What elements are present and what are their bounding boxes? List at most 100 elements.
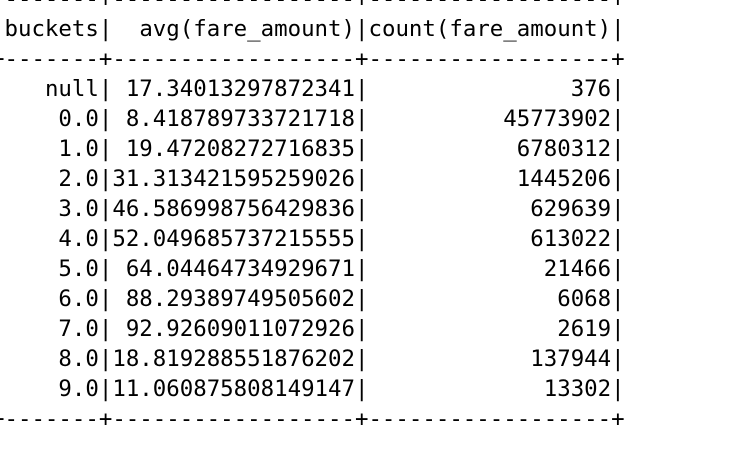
query-result-table: +-------+------------------+------------…	[0, 0, 625, 434]
table-row: | 0.0| 8.418789733721718| 45773902|	[0, 104, 625, 134]
buckets-cell: 7.0	[58, 316, 99, 342]
table-header-row: |buckets| avg(fare_amount)|count(fare_am…	[0, 14, 625, 44]
count-fare-amount-cell: 613022	[530, 226, 612, 252]
buckets-cell: 6.0	[58, 286, 99, 312]
table-row: | 8.0|18.819288551876202| 137944|	[0, 344, 625, 374]
column-separator: |	[98, 286, 113, 312]
avg-fare-amount-cell: 52.049685737215555	[112, 226, 355, 252]
column-separator: |	[611, 76, 625, 102]
count-fare-amount-cell: 6068	[557, 286, 612, 312]
column-separator: |	[355, 16, 369, 42]
buckets-cell: 1.0	[58, 136, 99, 162]
column-separator: |	[98, 106, 113, 132]
column-separator: |	[611, 136, 625, 162]
column-separator: |	[355, 106, 369, 132]
column-separator: |	[611, 106, 625, 132]
avg-fare-amount-cell: 92.92609011072926	[125, 316, 355, 342]
column-separator: |	[355, 316, 369, 342]
column-separator: |	[355, 286, 369, 312]
count-fare-amount-cell: 6780312	[516, 136, 612, 162]
cell-padding	[368, 316, 557, 342]
column-separator: |	[611, 226, 625, 252]
table-border-bottom: +-------+------------------+------------…	[0, 406, 625, 432]
avg-fare-amount-cell: 17.34013297872341	[125, 76, 355, 102]
cell-padding	[4, 376, 58, 402]
cell-padding	[368, 106, 503, 132]
table-row: | 3.0|46.586998756429836| 629639|	[0, 194, 625, 224]
column-separator: |	[98, 196, 113, 222]
column-separator: |	[98, 76, 113, 102]
avg-fare-amount-cell: 8.418789733721718	[125, 106, 355, 132]
cell-padding	[4, 136, 58, 162]
cell-padding	[112, 76, 125, 102]
table-row: | 2.0|31.313421595259026| 1445206|	[0, 164, 625, 194]
cell-padding	[4, 166, 58, 192]
table-row: | 7.0| 92.92609011072926| 2619|	[0, 314, 625, 344]
cell-padding	[4, 286, 58, 312]
avg-fare-amount-cell: 88.29389749505602	[125, 286, 355, 312]
column-separator: |	[611, 196, 625, 222]
column-header-count-fare-amount: count(fare_amount)	[368, 16, 612, 42]
avg-fare-amount-cell: 31.313421595259026	[112, 166, 355, 192]
buckets-cell: 0.0	[58, 106, 99, 132]
cell-padding	[112, 136, 125, 162]
column-separator: |	[355, 196, 369, 222]
count-fare-amount-cell: 13302	[543, 376, 612, 402]
column-separator: |	[355, 136, 369, 162]
column-separator: |	[98, 256, 113, 282]
cell-padding	[368, 376, 543, 402]
table-row: | 4.0|52.049685737215555| 613022|	[0, 224, 625, 254]
buckets-cell: 9.0	[58, 376, 99, 402]
column-separator: |	[98, 226, 113, 252]
cell-padding	[368, 256, 543, 282]
avg-fare-amount-cell: 64.04464734929671	[125, 256, 355, 282]
column-separator: |	[611, 166, 625, 192]
table-row: | null| 17.34013297872341| 376|	[0, 74, 625, 104]
buckets-cell: null	[44, 76, 99, 102]
column-separator: |	[611, 256, 625, 282]
cell-padding	[368, 346, 530, 372]
column-separator: |	[98, 16, 113, 42]
table-border-top: +-------+------------------+------------…	[0, 0, 625, 14]
cell-padding	[368, 286, 557, 312]
cell-padding	[4, 196, 58, 222]
column-separator: |	[98, 376, 113, 402]
cell-padding	[368, 196, 530, 222]
column-separator: |	[98, 166, 113, 192]
cell-padding	[368, 226, 530, 252]
cell-padding	[4, 316, 58, 342]
avg-fare-amount-cell: 46.586998756429836	[112, 196, 355, 222]
buckets-cell: 3.0	[58, 196, 99, 222]
count-fare-amount-cell: 45773902	[503, 106, 612, 132]
table-row: | 9.0|11.060875808149147| 13302|	[0, 374, 625, 404]
avg-fare-amount-cell: 18.819288551876202	[112, 346, 355, 372]
cell-padding	[368, 136, 516, 162]
cell-padding	[112, 106, 125, 132]
column-separator: |	[98, 136, 113, 162]
avg-fare-amount-cell: 19.47208272716835	[125, 136, 355, 162]
cell-padding	[4, 346, 58, 372]
column-header-buckets: buckets	[4, 16, 99, 42]
count-fare-amount-cell: 376	[570, 76, 612, 102]
column-separator: |	[355, 346, 369, 372]
cell-padding	[368, 166, 516, 192]
cell-padding	[4, 226, 58, 252]
column-header-avg-fare-amount: avg(fare_amount)	[139, 16, 355, 42]
buckets-cell: 5.0	[58, 256, 99, 282]
column-separator: |	[355, 76, 369, 102]
column-separator: |	[98, 316, 113, 342]
cell-padding	[368, 76, 570, 102]
count-fare-amount-cell: 1445206	[516, 166, 612, 192]
column-separator: |	[611, 16, 625, 42]
table-border-header: +-------+------------------+------------…	[0, 46, 625, 72]
cell-padding	[4, 106, 58, 132]
table-row: | 5.0| 64.04464734929671| 21466|	[0, 254, 625, 284]
column-separator: |	[611, 346, 625, 372]
count-fare-amount-cell: 137944	[530, 346, 612, 372]
cell-padding	[4, 256, 58, 282]
column-separator: |	[611, 376, 625, 402]
table-row: | 6.0| 88.29389749505602| 6068|	[0, 284, 625, 314]
avg-fare-amount-cell: 11.060875808149147	[112, 376, 355, 402]
column-separator: |	[611, 286, 625, 312]
column-separator: |	[98, 346, 113, 372]
